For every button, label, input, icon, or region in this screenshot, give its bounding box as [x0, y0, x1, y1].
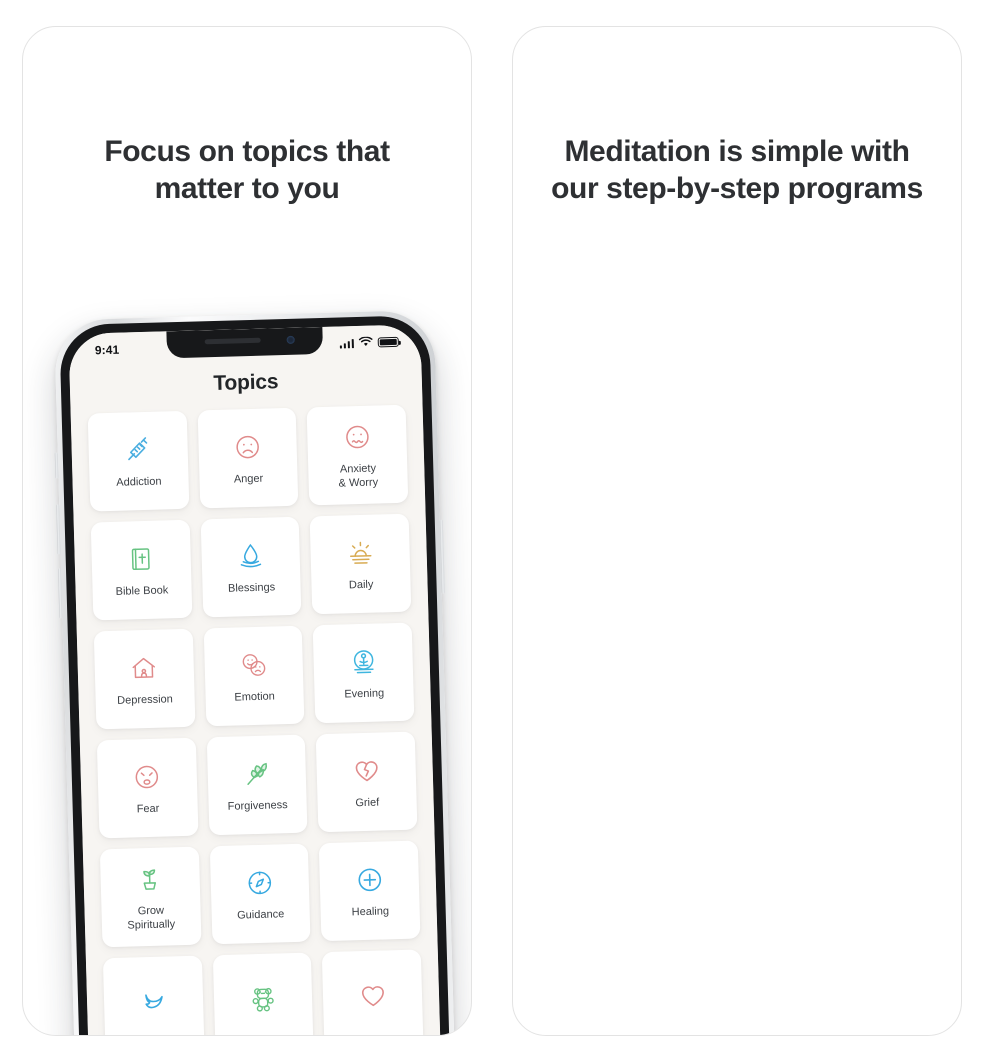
- panel-headline-left: Focus on topics that matter to you: [104, 135, 390, 205]
- compass-icon: [244, 865, 275, 900]
- dove-icon: [138, 984, 169, 1019]
- topic-card-guidance[interactable]: Guidance: [209, 843, 311, 945]
- silent-switch: [54, 452, 59, 479]
- potted-plant-icon: [135, 862, 166, 897]
- topic-card-anxiety-worry[interactable]: Anxiety & Worry: [306, 404, 409, 506]
- bible-book-icon: [126, 542, 157, 577]
- front-camera-icon: [286, 335, 295, 344]
- scared-face-icon: [132, 759, 163, 794]
- topic-card-fear[interactable]: Fear: [96, 737, 199, 839]
- syringe-icon: [123, 433, 154, 468]
- topic-card-forgiveness[interactable]: Forgiveness: [206, 734, 308, 836]
- topic-label: Healing: [351, 905, 390, 919]
- topic-card-depression[interactable]: Depression: [93, 628, 196, 730]
- topic-label: Anger: [233, 472, 264, 486]
- topic-card-daily[interactable]: Daily: [309, 513, 412, 615]
- topic-card-dove[interactable]: [102, 955, 205, 1035]
- topic-label: Forgiveness: [227, 798, 288, 813]
- topic-label: Blessings: [227, 581, 276, 595]
- topic-card-blessings[interactable]: Blessings: [200, 516, 302, 618]
- topic-label: Emotion: [234, 690, 275, 704]
- topic-card-healing[interactable]: Healing: [319, 840, 421, 942]
- topic-card-evening[interactable]: Evening: [312, 622, 415, 724]
- topic-card-grow-spiritually[interactable]: Grow Spiritually: [99, 846, 202, 948]
- sunrise-icon: [345, 535, 376, 570]
- broken-heart-icon: [351, 753, 382, 788]
- meditation-icon: [348, 644, 379, 679]
- two-faces-icon: [238, 647, 269, 682]
- topic-label: Grief: [355, 796, 380, 810]
- topic-label: Anxiety & Worry: [338, 462, 379, 490]
- panel-headline-right: Meditation is simple with our step-by-st…: [551, 135, 923, 205]
- water-drop-icon: [235, 538, 266, 573]
- volume-up-button: [56, 504, 61, 555]
- topic-card-teddy-bear[interactable]: [212, 952, 314, 1035]
- phone-notch: [166, 326, 324, 359]
- heart-icon: [357, 978, 388, 1013]
- promo-panel-topics: Focus on topics that matter to you 9:41: [22, 26, 472, 1036]
- frowning-face-icon: [232, 429, 263, 464]
- power-button: [439, 519, 445, 594]
- topics-screen: Topics Addiction Anger Anxiety & Worry B…: [68, 324, 442, 1035]
- topics-grid: Addiction Anger Anxiety & Worry Bible Bo…: [70, 390, 440, 1035]
- topic-card-emotion[interactable]: Emotion: [203, 625, 305, 727]
- leaves-icon: [241, 756, 272, 791]
- topic-label: Daily: [348, 578, 374, 592]
- screenshot-stage: Focus on topics that matter to you 9:41: [0, 0, 982, 1040]
- phone-screen-left: 9:41 Topics Addiction Anger Anxiety & Wo…: [68, 324, 442, 1035]
- promo-panel-program: Meditation is simple with our step-by-st…: [512, 26, 962, 1036]
- teddy-bear-icon: [248, 981, 279, 1016]
- topic-label: Fear: [136, 802, 160, 816]
- topic-card-bible-book[interactable]: Bible Book: [90, 519, 193, 621]
- topic-card-addiction[interactable]: Addiction: [87, 410, 190, 512]
- topic-label: Evening: [344, 687, 385, 701]
- cellular-signal-icon: [339, 338, 354, 349]
- topic-label: Bible Book: [115, 584, 169, 598]
- topic-label: Depression: [117, 693, 173, 707]
- plus-circle-icon: [354, 862, 385, 897]
- topic-label: Guidance: [236, 908, 285, 922]
- topic-label: Grow Spiritually: [127, 904, 176, 932]
- volume-down-button: [57, 568, 63, 619]
- worried-face-icon: [342, 420, 373, 455]
- topic-label: Addiction: [116, 475, 162, 489]
- topic-card-heart[interactable]: [322, 949, 424, 1035]
- topic-card-anger[interactable]: Anger: [197, 407, 299, 509]
- topic-card-grief[interactable]: Grief: [316, 731, 418, 833]
- phone-mockup-left: 9:41 Topics Addiction Anger Anxiety & Wo…: [54, 309, 456, 1035]
- house-icon: [129, 650, 160, 685]
- wifi-icon: [358, 336, 373, 350]
- battery-icon: [377, 336, 399, 348]
- phone-bezel-left: 9:41 Topics Addiction Anger Anxiety & Wo…: [59, 314, 451, 1035]
- earpiece-speaker: [204, 337, 261, 345]
- status-time-left: 9:41: [94, 342, 120, 358]
